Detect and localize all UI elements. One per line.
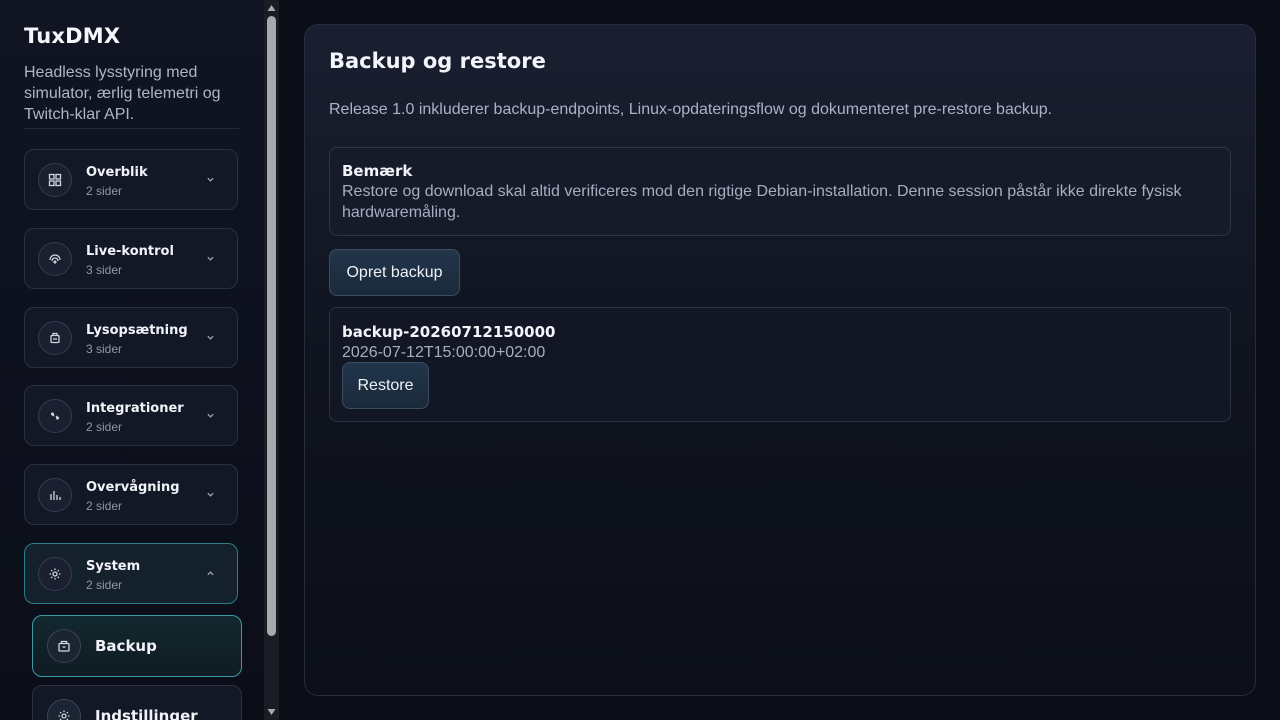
nav-group-title: Overblik [86,165,148,180]
restore-button[interactable]: Restore [342,362,429,409]
nav-group-count: 2 sider [86,184,123,198]
nav-item-label: Backup [95,637,157,655]
broadcast-icon [38,242,72,276]
backup-panel: Backup og restore Release 1.0 inkluderer… [304,24,1256,696]
page-description: Release 1.0 inkluderer backup-endpoints,… [329,101,1053,118]
chevron-down-icon [207,177,214,182]
nav-group-title: Live-kontrol [86,244,174,259]
backup-timestamp: 2026-07-12T15:00:00+02:00 [342,344,546,361]
chevron-down-icon [207,256,214,261]
scroll-down-arrow-icon[interactable] [267,708,276,716]
page-title: Backup og restore [329,49,546,73]
chevron-down-icon [207,492,214,497]
gear-icon [38,557,72,591]
nav-group-integrationer[interactable]: Integrationer 2 sider [24,385,238,446]
grid-icon [38,163,72,197]
nav-group-lysopsaetning[interactable]: Lysopsætning 3 sider [24,307,238,368]
sidebar: TuxDMX Headless lysstyring med simulator… [0,0,264,720]
app-tagline: Headless lysstyring med simulator, ærlig… [24,62,239,129]
nav-group-title: Overvågning [86,480,180,495]
backup-list-item: backup-20260712150000 2026-07-12T15:00:0… [329,307,1231,422]
nav-group-count: 3 sider [86,263,123,277]
nav-group-live-kontrol[interactable]: Live-kontrol 3 sider [24,228,238,289]
nav-group-title: Integrationer [86,401,184,416]
nav-item-indstillinger[interactable]: Indstillinger [32,685,242,720]
nav-group-count: 3 sider [86,342,123,356]
notice-text: Restore og download skal altid verificer… [342,183,1182,221]
chevron-down-icon [207,413,214,418]
archive-icon [47,629,81,663]
sidebar-scrollbar[interactable] [264,0,279,720]
nav-group-overblik[interactable]: Overblik 2 sider [24,149,238,210]
scrollbar-thumb[interactable] [267,16,276,636]
fixture-icon [38,321,72,355]
bar-chart-icon [38,478,72,512]
nav-group-system[interactable]: System 2 sider [24,543,238,604]
scroll-up-arrow-icon[interactable] [267,4,276,12]
plug-icon [38,399,72,433]
create-backup-button[interactable]: Opret backup [329,249,460,296]
nav-group-count: 2 sider [86,499,123,513]
nav-group-title: System [86,559,141,574]
notice-box: Bemærk Restore og download skal altid ve… [329,147,1231,236]
app-title: TuxDMX [24,24,121,48]
nav-group-title: Lysopsætning [86,323,188,338]
nav-group-overvaagning[interactable]: Overvågning 2 sider [24,464,238,525]
nav-item-label: Indstillinger [95,707,198,720]
nav-group-count: 2 sider [86,578,123,592]
chevron-up-icon [207,571,214,576]
notice-title: Bemærk [342,162,413,180]
nav-item-backup[interactable]: Backup [32,615,242,677]
nav-group-count: 2 sider [86,420,123,434]
gear-icon [47,699,81,720]
chevron-down-icon [207,335,214,340]
backup-name: backup-20260712150000 [342,323,556,341]
